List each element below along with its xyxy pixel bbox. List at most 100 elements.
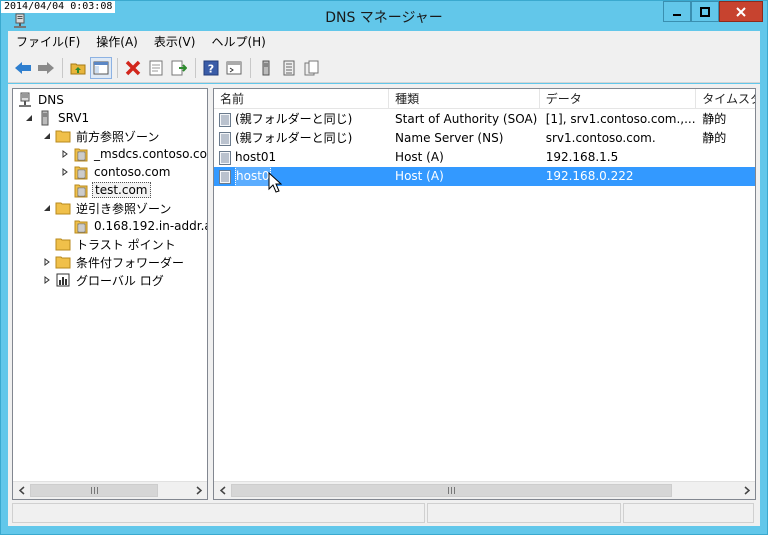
table-row-selected[interactable]: host0 Host (A) 192.168.0.222 <box>214 166 755 187</box>
scrollbar-thumb[interactable] <box>231 484 672 497</box>
expanded-triangle-icon[interactable] <box>41 202 53 214</box>
dns-manager-window: 2014/04/04 0:03:08 DNS マネージャー ファイル(F) 操作… <box>0 0 768 535</box>
mouse-pointer-icon <box>268 172 282 193</box>
tree-node-trust-points[interactable]: トラスト ポイント <box>55 235 178 253</box>
column-header-timestamp[interactable]: タイムスタ <box>696 89 755 109</box>
scroll-left-button[interactable] <box>214 482 231 499</box>
tree-node-conditional-forwarders[interactable]: 条件付フォワーダー <box>41 253 186 271</box>
tree-node-dns[interactable]: DNS <box>17 91 66 109</box>
delete-icon <box>125 60 141 75</box>
console-tree-pane[interactable]: DNS SRV1 前方参照ゾーン _msdcs.contoso.co conto… <box>12 88 208 500</box>
column-header-data[interactable]: データ <box>540 89 697 109</box>
chevron-left-icon <box>219 486 225 495</box>
status-panel <box>623 503 754 523</box>
record-icon <box>219 150 231 165</box>
menu-view[interactable]: 表示(V) <box>146 31 204 53</box>
server-icon <box>37 110 53 126</box>
column-header-type[interactable]: 種類 <box>389 89 540 109</box>
chevron-left-icon <box>18 486 24 495</box>
tree-node-label: SRV1 <box>58 111 90 125</box>
tree-node-label: _msdcs.contoso.co <box>94 147 207 161</box>
show-hide-tree-button[interactable] <box>90 56 112 79</box>
scroll-right-button[interactable] <box>190 482 207 499</box>
expanded-triangle-icon[interactable] <box>23 112 35 124</box>
toolbar-separator <box>250 57 251 78</box>
list-view-button[interactable] <box>278 57 300 79</box>
result-pane[interactable]: 名前 種類 データ タイムスタ (親フォルダーと同じ) Start of Aut… <box>213 88 756 500</box>
tree-node-label: 前方参照ゾーン <box>76 129 160 144</box>
console-button[interactable] <box>223 57 245 79</box>
up-button[interactable] <box>67 57 89 79</box>
rename-edit-box[interactable]: host0 <box>235 166 271 187</box>
console-icon <box>226 61 242 74</box>
folder-icon <box>55 254 71 270</box>
collapsed-triangle-icon[interactable] <box>59 166 71 178</box>
record-timestamp-cell: 静的 <box>702 131 727 145</box>
record-data-cell: 192.168.0.222 <box>545 169 634 183</box>
properties-button[interactable] <box>145 57 167 79</box>
server-icon <box>262 60 270 75</box>
delete-button[interactable] <box>122 57 144 79</box>
record-data-cell: 192.168.1.5 <box>545 150 619 164</box>
record-name-cell: (親フォルダーと同じ) <box>214 129 389 148</box>
tree-node-reverse-zones[interactable]: 逆引き参照ゾーン <box>41 199 173 217</box>
menu-help[interactable]: ヘルプ(H) <box>203 31 273 53</box>
close-button[interactable] <box>719 1 763 22</box>
record-type-cell: Name Server (NS) <box>395 131 504 145</box>
content-area: DNS SRV1 前方参照ゾーン _msdcs.contoso.co conto… <box>8 84 760 500</box>
status-panel <box>426 503 622 523</box>
back-button[interactable] <box>12 57 34 79</box>
table-row[interactable]: (親フォルダーと同じ) Start of Authority (SOA) [1]… <box>214 110 755 129</box>
up-folder-icon <box>70 63 86 74</box>
copy-button[interactable] <box>301 57 323 79</box>
log-icon <box>55 272 71 288</box>
record-icon <box>219 169 231 184</box>
tree-node-contoso-zone[interactable]: contoso.com <box>59 163 172 181</box>
tree-node-global-logs[interactable]: グローバル ログ <box>41 271 166 289</box>
forward-arrow-icon <box>38 61 54 74</box>
server-button[interactable] <box>255 57 277 79</box>
minimize-button[interactable] <box>663 1 691 22</box>
tree-node-reverse-zone-0-168-192[interactable]: 0.168.192.in-addr.a <box>73 217 207 235</box>
menu-file[interactable]: ファイル(F) <box>8 31 88 53</box>
svg-text:?: ? <box>208 62 214 75</box>
record-type-cell: Host (A) <box>395 150 444 164</box>
maximize-button[interactable] <box>691 1 719 22</box>
tree-horizontal-scrollbar[interactable] <box>13 481 207 499</box>
table-row[interactable]: host01 Host (A) 192.168.1.5 <box>214 148 755 167</box>
menu-action[interactable]: 操作(A) <box>88 31 146 53</box>
tree-node-msdcs-zone[interactable]: _msdcs.contoso.co <box>59 145 207 163</box>
help-button[interactable]: ? <box>200 57 222 79</box>
table-row[interactable]: (親フォルダーと同じ) Name Server (NS) srv1.contos… <box>214 129 755 148</box>
zone-icon <box>73 146 89 162</box>
collapsed-triangle-icon[interactable] <box>59 148 71 160</box>
collapsed-triangle-icon[interactable] <box>41 256 53 268</box>
scrollbar-thumb[interactable] <box>30 484 158 497</box>
list-header: 名前 種類 データ タイムスタ <box>214 89 755 109</box>
expanded-triangle-icon[interactable] <box>41 130 53 142</box>
tree-node-forward-zones[interactable]: 前方参照ゾーン <box>41 127 161 145</box>
export-list-button[interactable] <box>168 57 190 79</box>
record-data-cell: srv1.contoso.com. <box>545 131 656 145</box>
list-horizontal-scrollbar[interactable] <box>214 481 755 499</box>
status-panel <box>12 503 425 523</box>
tree-node-label: DNS <box>38 93 64 107</box>
title-bar[interactable]: 2014/04/04 0:03:08 DNS マネージャー <box>1 1 767 31</box>
toolbar-separator <box>117 57 118 78</box>
column-header-name[interactable]: 名前 <box>214 89 390 109</box>
record-timestamp-cell: 静的 <box>702 112 727 126</box>
record-list: (親フォルダーと同じ) Start of Authority (SOA) [1]… <box>214 110 755 187</box>
tree-node-test-zone[interactable]: test.com <box>73 181 151 199</box>
console-tree: DNS SRV1 前方参照ゾーン _msdcs.contoso.co conto… <box>13 89 207 481</box>
collapsed-triangle-icon[interactable] <box>41 274 53 286</box>
maximize-icon <box>700 6 710 17</box>
scroll-right-button[interactable] <box>738 482 755 499</box>
tree-node-srv1[interactable]: SRV1 <box>23 109 91 127</box>
scroll-left-button[interactable] <box>13 482 30 499</box>
toolbar-separator <box>195 57 196 78</box>
tree-node-label: トラスト ポイント <box>76 237 176 252</box>
record-name-cell: host01 <box>214 148 389 167</box>
zone-icon <box>73 164 89 180</box>
dns-icon <box>17 92 33 108</box>
forward-button[interactable] <box>35 57 57 79</box>
